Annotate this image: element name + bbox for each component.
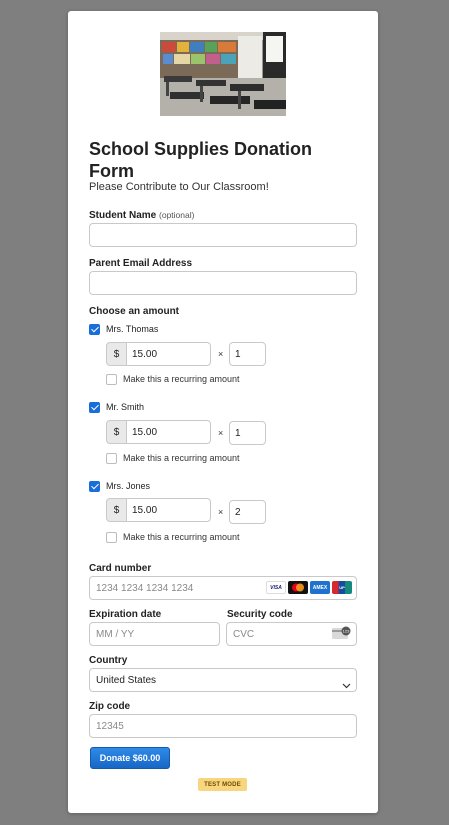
student-name-label-text: Student Name [89,210,157,221]
card-number-label: Card number [89,563,152,574]
expiry-label: Expiration date [89,609,162,620]
expiry-input[interactable]: MM / YY [89,622,220,646]
donate-button[interactable]: Donate $60.00 [90,747,170,769]
amount-name-jones: Mrs. Jones [106,481,151,491]
card-brand-logos: VISA AMEX UP [266,581,352,594]
parent-email-input[interactable] [89,271,357,295]
recurring-label-smith: Make this a recurring amount [123,453,240,463]
times-sign: × [218,507,224,517]
unionpay-icon: UP [332,581,352,594]
currency-prefix: $ [106,420,126,444]
amex-icon: AMEX [310,581,330,594]
currency-prefix: $ [106,498,126,522]
donation-form-card: School Supplies Donation Form Please Con… [68,11,378,813]
recurring-checkbox-smith[interactable] [106,453,117,464]
amount-checkbox-jones[interactable] [89,481,100,492]
amount-input-smith[interactable]: 15.00 [126,420,211,444]
recurring-checkbox-thomas[interactable] [106,374,117,385]
zip-placeholder: 12345 [96,720,124,732]
cvc-placeholder: CVC [233,628,255,640]
student-name-label: Student Name (optional) [89,210,194,221]
svg-text:123: 123 [343,629,350,634]
amount-checkbox-thomas[interactable] [89,324,100,335]
country-value: United States [96,674,157,686]
amount-input-jones[interactable]: 15.00 [126,498,211,522]
amount-name-smith: Mr. Smith [106,402,145,412]
country-label: Country [89,655,128,666]
country-select[interactable]: United States [89,668,357,692]
test-mode-badge: TEST MODE [198,778,247,791]
amount-name-thomas: Mrs. Thomas [106,324,159,334]
currency-prefix: $ [106,342,126,366]
zip-label: Zip code [89,701,131,712]
card-number-placeholder: 1234 1234 1234 1234 [96,582,194,594]
form-subtitle: Please Contribute to Our Classroom! [89,181,269,193]
quantity-input-jones[interactable]: 2 [229,500,266,524]
choose-amount-label: Choose an amount [89,306,180,317]
recurring-label-jones: Make this a recurring amount [123,532,240,542]
optional-hint: (optional) [159,210,195,220]
recurring-checkbox-jones[interactable] [106,532,117,543]
times-sign: × [218,428,224,438]
cvc-label: Security code [227,609,293,620]
cvc-card-icon: 123 [332,626,352,645]
amount-checkbox-smith[interactable] [89,402,100,413]
parent-email-label: Parent Email Address [89,258,193,269]
chevron-down-icon [342,676,351,694]
classroom-image [160,32,286,116]
zip-input[interactable]: 12345 [89,714,357,738]
quantity-input-smith[interactable]: 1 [229,421,266,445]
recurring-label-thomas: Make this a recurring amount [123,374,240,384]
mastercard-icon [288,581,308,594]
student-name-input[interactable] [89,223,357,247]
quantity-input-thomas[interactable]: 1 [229,342,266,366]
amount-input-thomas[interactable]: 15.00 [126,342,211,366]
visa-icon: VISA [266,581,286,594]
form-title: School Supplies Donation Form [89,139,313,181]
times-sign: × [218,349,224,359]
expiry-placeholder: MM / YY [96,628,135,640]
